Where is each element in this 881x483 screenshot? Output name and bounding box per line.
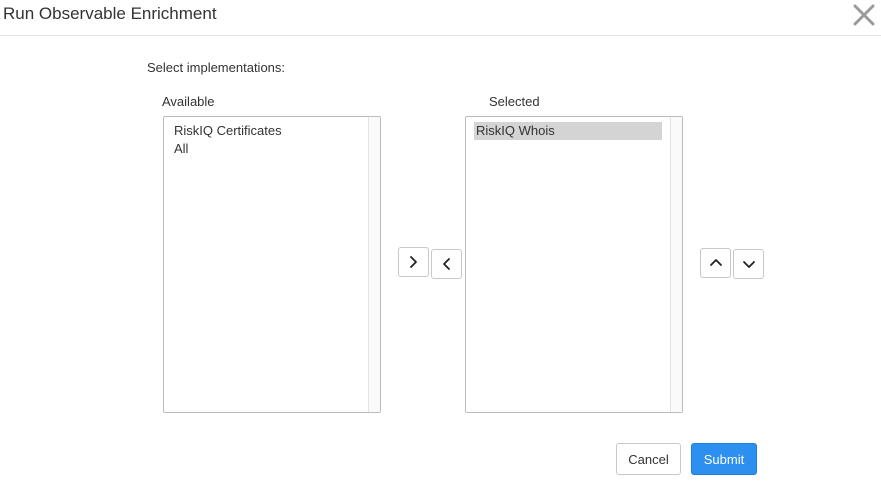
dialog-title: Run Observable Enrichment	[3, 4, 217, 23]
available-listbox[interactable]: RiskIQ Certificates All	[163, 116, 381, 413]
move-right-button[interactable]	[398, 247, 429, 277]
chevron-up-icon	[709, 259, 722, 266]
close-button[interactable]	[851, 2, 877, 28]
move-up-button[interactable]	[700, 248, 731, 278]
available-label: Available	[162, 94, 215, 109]
selected-label: Selected	[489, 94, 540, 109]
chevron-left-icon	[442, 258, 450, 270]
cancel-button[interactable]: Cancel	[616, 443, 681, 475]
selected-scrollbar[interactable]	[670, 117, 682, 412]
select-implementations-label: Select implementations:	[147, 60, 286, 75]
run-enrichment-dialog: Run Observable Enrichment Select impleme…	[0, 0, 881, 483]
close-icon	[853, 4, 875, 26]
submit-button[interactable]: Submit	[691, 443, 757, 475]
move-down-button[interactable]	[733, 249, 764, 279]
selected-item-riskiq-whois[interactable]: RiskIQ Whois	[474, 122, 662, 140]
dialog-header: Run Observable Enrichment	[0, 0, 881, 36]
available-item-riskiq-certificates[interactable]: RiskIQ Certificates	[172, 122, 360, 140]
selected-listbox[interactable]: RiskIQ Whois	[465, 116, 683, 413]
chevron-right-icon	[409, 256, 417, 268]
chevron-down-icon	[742, 261, 755, 268]
available-items: RiskIQ Certificates All	[172, 122, 360, 158]
selected-items: RiskIQ Whois	[474, 122, 662, 140]
available-item-all[interactable]: All	[172, 140, 360, 158]
available-scrollbar[interactable]	[368, 117, 380, 412]
move-left-button[interactable]	[431, 249, 462, 279]
